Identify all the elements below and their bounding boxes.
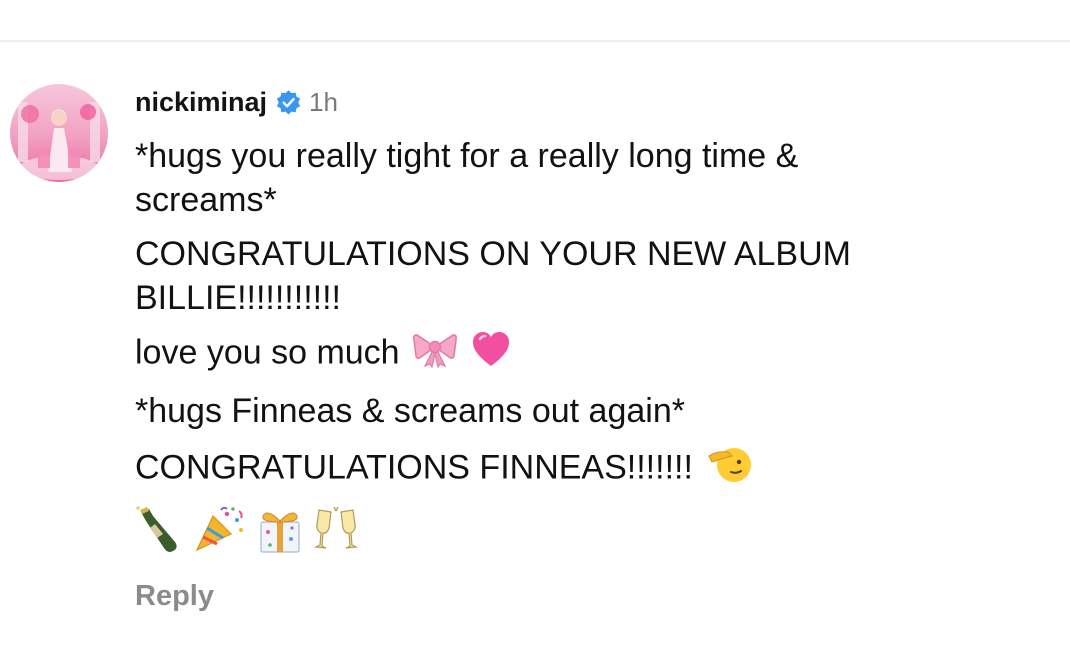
username[interactable]: nickiminaj xyxy=(135,87,267,118)
comment-line: screams* xyxy=(135,181,277,219)
comment-header: nickiminaj 1h xyxy=(135,84,1035,120)
comment-line: *hugs you really tight for a really long… xyxy=(135,137,799,175)
champagne-bottle-emoji xyxy=(135,505,185,559)
comment-line: CONGRATULATIONS ON YOUR NEW ALBUM xyxy=(135,235,851,273)
clinking-glasses-emoji xyxy=(313,506,359,559)
timestamp: 1h xyxy=(309,86,338,117)
comment-text: *hugs you really tight for a really long… xyxy=(135,134,1035,496)
comment-line-love: love you so much xyxy=(135,330,1035,379)
ribbon-bow-emoji xyxy=(413,330,457,379)
avatar-image xyxy=(10,84,108,182)
wrapped-gift-emoji xyxy=(255,506,305,559)
party-popper-emoji xyxy=(193,506,247,559)
comment-line-finneas: CONGRATULATIONS FINNEAS!!!!!!! xyxy=(135,443,1035,496)
comment-body: nickiminaj 1h *hugs you really tight for… xyxy=(135,84,1035,613)
reply-button[interactable]: Reply xyxy=(135,580,214,613)
saluting-face-emoji xyxy=(706,443,754,496)
comment-line-text: CONGRATULATIONS FINNEAS!!!!!!! xyxy=(135,448,693,487)
comment-line: *hugs Finneas & screams out again* xyxy=(135,392,685,430)
comment-line: BILLIE!!!!!!!!!!! xyxy=(135,279,341,317)
top-divider xyxy=(0,40,1070,42)
comment-line-text: love you so much xyxy=(135,333,400,372)
emoji-row xyxy=(135,505,1035,559)
pink-heart-emoji xyxy=(471,330,511,379)
avatar[interactable] xyxy=(10,84,108,182)
verified-badge-icon xyxy=(275,89,302,116)
